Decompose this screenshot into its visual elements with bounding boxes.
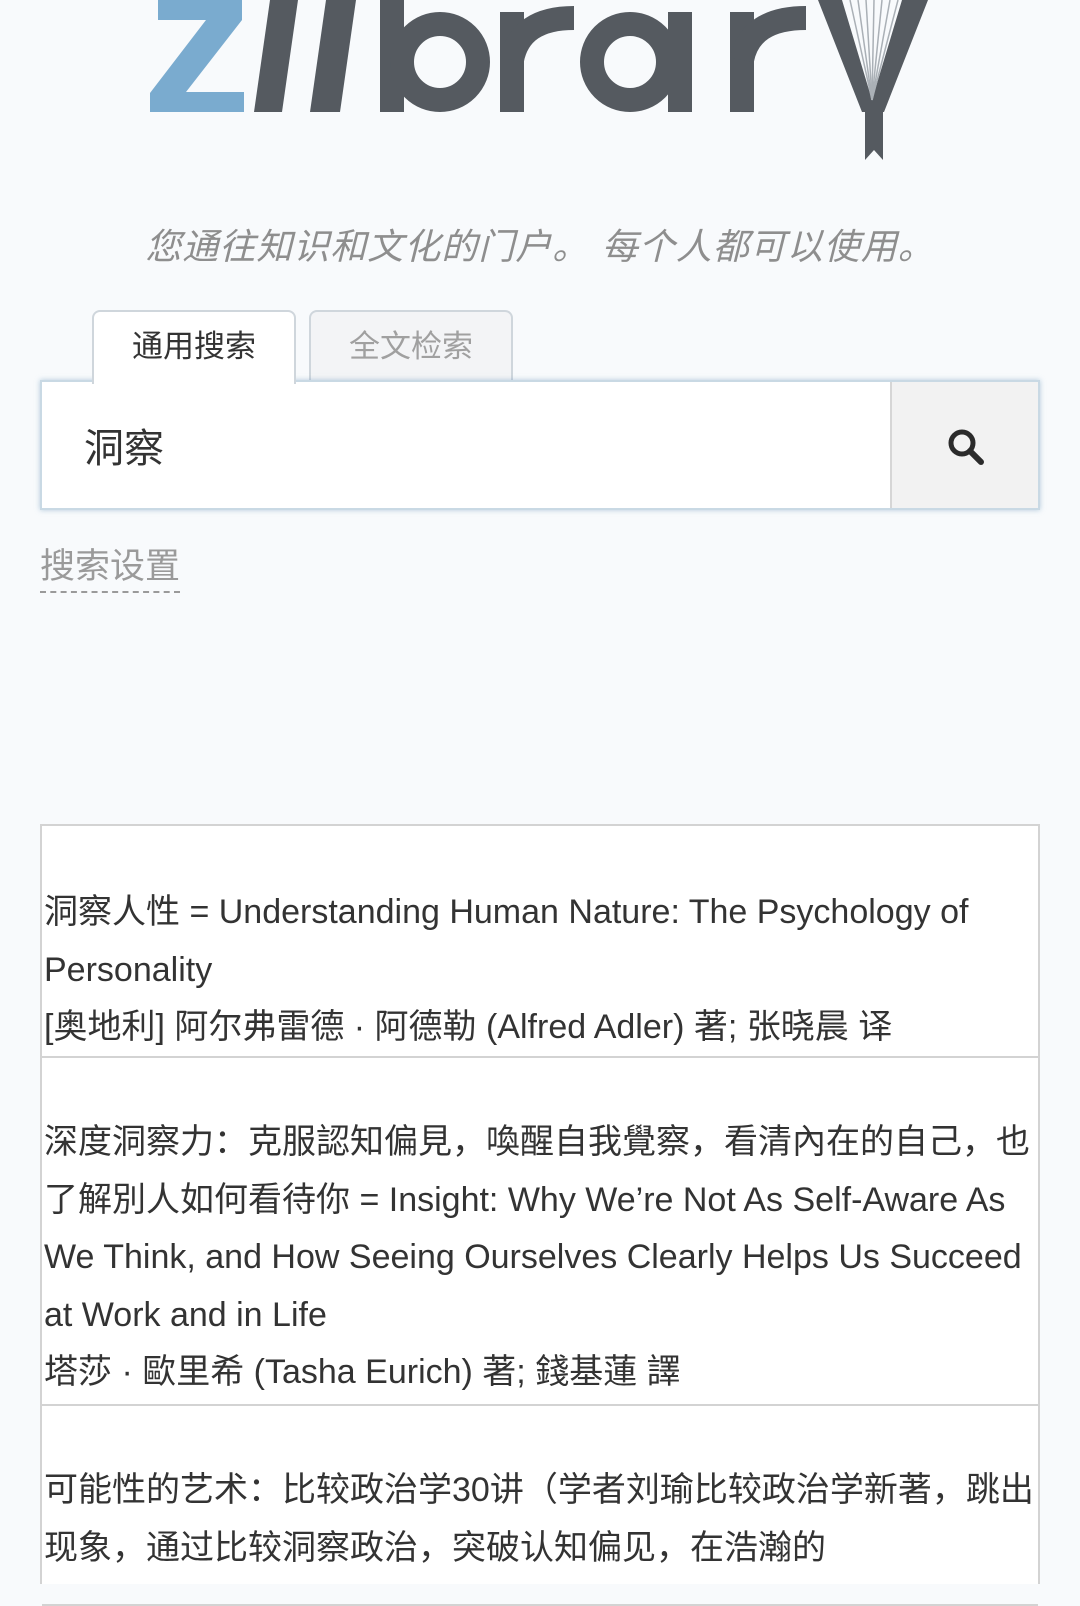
- result-title[interactable]: 可能性的艺术：比较政治学30讲（学者刘瑜比较政治学新著，跳出现象，通过比较洞察政…: [44, 1462, 1038, 1577]
- result-author: 塔莎 · 歐里希 (Tasha Eurich) 著; 錢基蓮 譯: [44, 1353, 681, 1391]
- search-box: [40, 380, 1040, 510]
- tab-fulltext-search[interactable]: 全文检索: [309, 310, 513, 382]
- zlibrary-logo-graphic: [150, 0, 928, 160]
- result-item[interactable]: 洞察人性 = Understanding Human Nature: The P…: [42, 826, 1038, 1058]
- search-settings-link[interactable]: 搜索设置: [40, 538, 181, 593]
- result-item[interactable]: 深度洞察力：克服認知偏見，喚醒自我覺察，看清內在的自己，也了解別人如何看待你 =…: [42, 1058, 1038, 1406]
- zlibrary-logo: [0, 0, 1080, 170]
- result-title[interactable]: 洞察人性 = Understanding Human Nature: The P…: [44, 884, 1038, 999]
- search-icon: [948, 429, 984, 465]
- result-author: [奥地利] 阿尔弗雷德 · 阿德勒 (Alfred Adler) 著; 张晓晨 …: [44, 1008, 893, 1046]
- results-list: 洞察人性 = Understanding Human Nature: The P…: [40, 824, 1040, 1606]
- search-input[interactable]: [42, 382, 890, 508]
- search-button[interactable]: [890, 382, 1038, 508]
- tagline: 您通往知识和文化的门户。 每个人都可以使用。: [145, 227, 935, 268]
- result-title[interactable]: 深度洞察力：克服認知偏見，喚醒自我覺察，看清內在的自己，也了解別人如何看待你 =…: [44, 1114, 1038, 1344]
- tab-general-search[interactable]: 通用搜索: [92, 310, 296, 384]
- result-item[interactable]: 可能性的艺术：比较政治学30讲（学者刘瑜比较政治学新著，跳出现象，通过比较洞察政…: [42, 1406, 1038, 1606]
